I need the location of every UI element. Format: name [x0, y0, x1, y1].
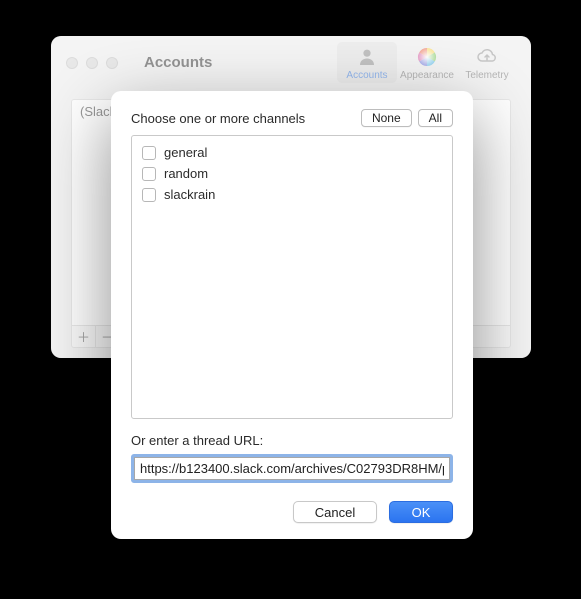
select-all-button[interactable]: All — [418, 109, 453, 127]
channel-checkbox[interactable] — [142, 146, 156, 160]
cancel-button[interactable]: Cancel — [293, 501, 377, 523]
channel-label: slackrain — [164, 187, 215, 202]
channel-checkbox[interactable] — [142, 167, 156, 181]
sheet-header: Choose one or more channels None All — [131, 109, 453, 127]
ok-button[interactable]: OK — [389, 501, 453, 523]
channels-list[interactable]: general random slackrain — [131, 135, 453, 419]
select-none-button[interactable]: None — [361, 109, 412, 127]
thread-url-focus-ring — [131, 454, 453, 483]
channel-row[interactable]: general — [140, 142, 444, 163]
channels-prompt-label: Choose one or more channels — [131, 111, 305, 126]
channel-checkbox[interactable] — [142, 188, 156, 202]
thread-url-label: Or enter a thread URL: — [131, 433, 453, 448]
channel-row[interactable]: slackrain — [140, 184, 444, 205]
sheet-actions: Cancel OK — [131, 501, 453, 523]
channel-label: random — [164, 166, 208, 181]
thread-url-input[interactable] — [134, 457, 450, 480]
select-buttons-group: None All — [361, 109, 453, 127]
channel-row[interactable]: random — [140, 163, 444, 184]
channel-label: general — [164, 145, 207, 160]
channel-picker-sheet: Choose one or more channels None All gen… — [111, 91, 473, 539]
